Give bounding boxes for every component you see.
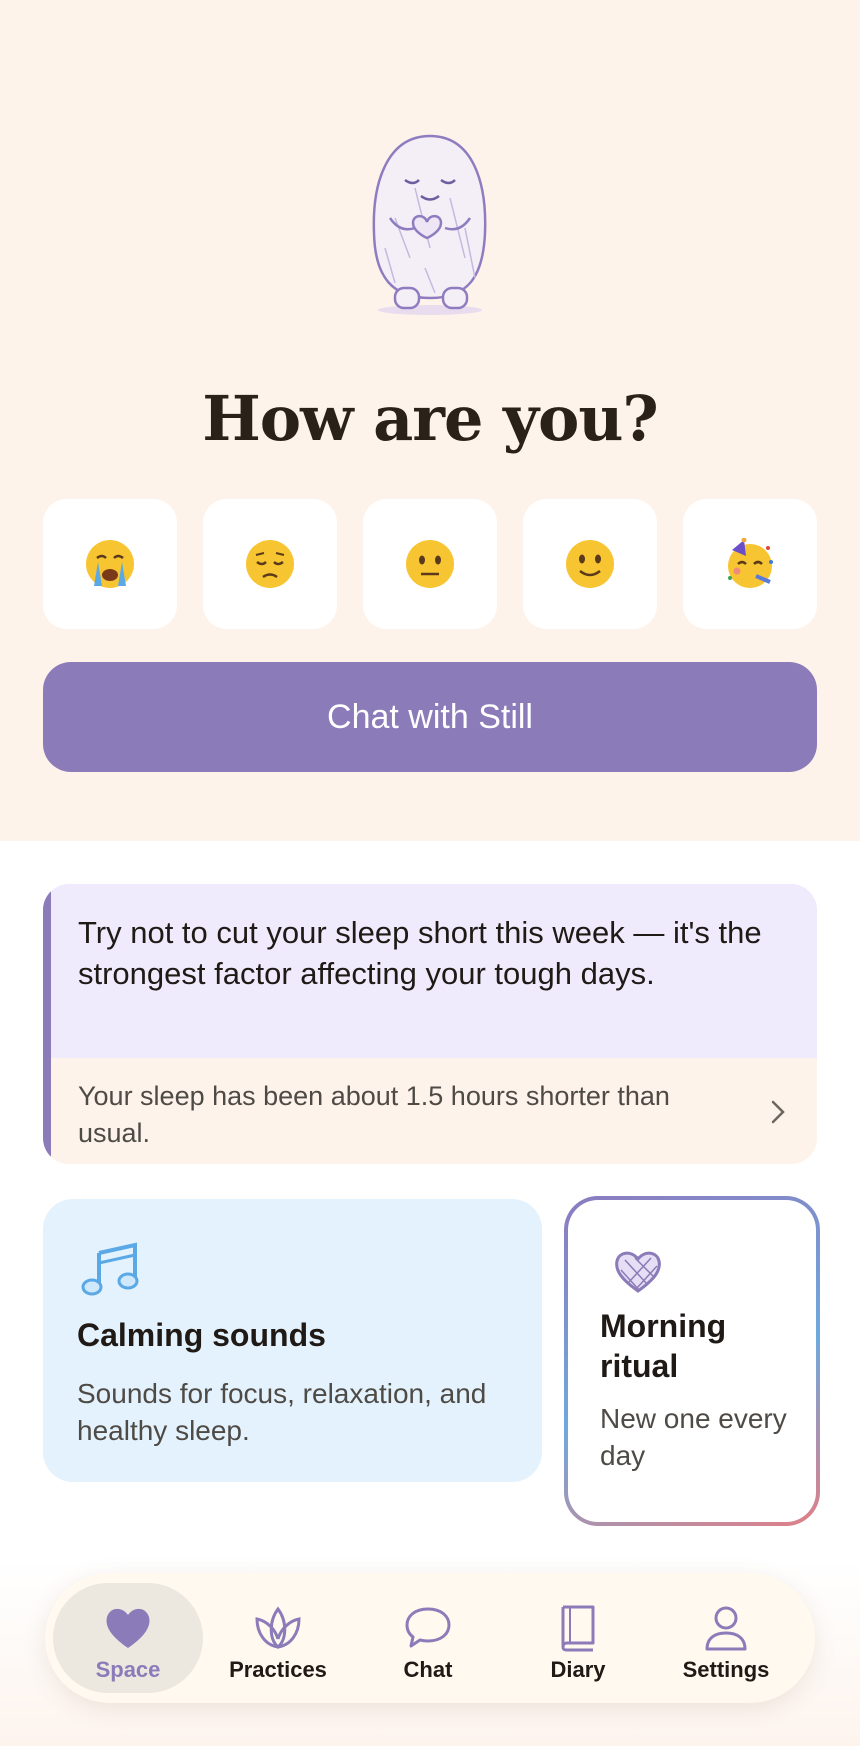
insight-accent-bar <box>43 884 51 1164</box>
speech-bubble-icon <box>405 1607 451 1648</box>
tab-space[interactable]: Space <box>53 1583 203 1693</box>
mood-option-party[interactable] <box>683 499 817 629</box>
mood-option-neutral[interactable] <box>363 499 497 629</box>
insight-detail-row[interactable]: Your sleep has been about 1.5 hours shor… <box>51 1058 817 1164</box>
bottom-tab-bar: Space Practices Chat Diary Settings <box>45 1573 815 1703</box>
mood-selector <box>43 499 817 629</box>
partying-face-icon <box>728 538 773 588</box>
chevron-right-icon <box>771 1100 785 1124</box>
chat-with-still-button[interactable]: Chat with Still <box>43 662 817 772</box>
heart-icon <box>106 1608 150 1648</box>
tab-settings-label: Settings <box>682 1657 770 1682</box>
smiling-face-icon <box>566 540 614 588</box>
hero-section: How are you? Chat with Still <box>0 0 860 841</box>
tab-settings[interactable]: Settings <box>651 1583 801 1693</box>
mood-option-crying[interactable] <box>43 499 177 629</box>
morning-ritual-description: New one every day <box>600 1403 787 1471</box>
tab-space-label: Space <box>95 1657 161 1682</box>
pensive-face-icon <box>246 540 294 588</box>
lotus-icon <box>255 1606 301 1650</box>
music-notes-icon <box>81 1242 139 1296</box>
crying-face-icon <box>86 540 134 588</box>
tab-diary-label: Diary <box>550 1657 606 1682</box>
mascot-illustration <box>372 134 487 315</box>
page-title: How are you? <box>202 382 659 455</box>
insight-headline: Try not to cut your sleep short this wee… <box>78 915 762 991</box>
neutral-face-icon <box>406 540 454 588</box>
morning-ritual-title: Morning ritual <box>600 1308 727 1384</box>
calming-sounds-description: Sounds for focus, relaxation, and health… <box>77 1378 487 1446</box>
calming-sounds-title: Calming sounds <box>77 1317 326 1353</box>
book-icon <box>561 1605 595 1652</box>
insight-detail: Your sleep has been about 1.5 hours shor… <box>78 1081 670 1148</box>
tab-chat-label: Chat <box>403 1657 453 1682</box>
person-icon <box>705 1606 747 1651</box>
mood-option-sad[interactable] <box>203 499 337 629</box>
tab-diary[interactable]: Diary <box>503 1583 653 1693</box>
tab-practices-label: Practices <box>229 1657 327 1682</box>
tab-chat[interactable]: Chat <box>353 1583 503 1693</box>
morning-ritual-content: Morning ritual New one every day <box>568 1200 816 1522</box>
calming-sounds-card[interactable]: Calming sounds Sounds for focus, relaxat… <box>43 1199 542 1482</box>
heart-icon <box>615 1251 661 1293</box>
tab-practices[interactable]: Practices <box>203 1583 353 1693</box>
sleep-insight-card[interactable]: Try not to cut your sleep short this wee… <box>43 884 817 1164</box>
mood-option-happy[interactable] <box>523 499 657 629</box>
morning-ritual-card[interactable]: Morning ritual New one every day <box>564 1196 820 1526</box>
